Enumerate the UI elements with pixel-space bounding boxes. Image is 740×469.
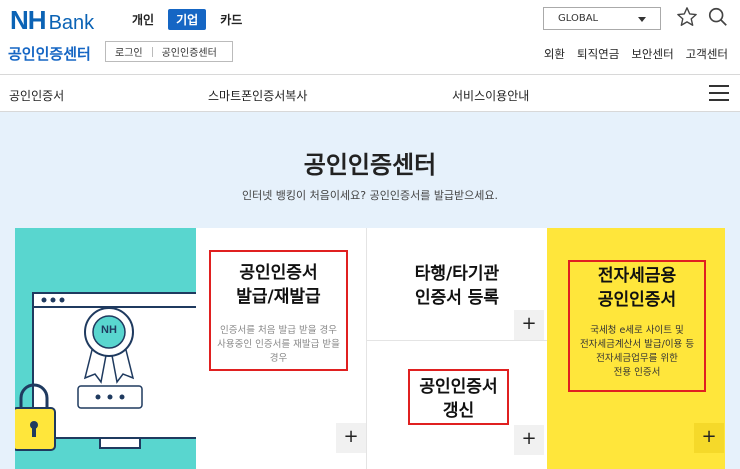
nav-item-service-guide[interactable]: 서비스이용안내 (452, 87, 529, 104)
card-other-title-line1: 타행/타기관 (414, 264, 500, 284)
card-renew-title: 공인인증서 갱신 (408, 375, 509, 423)
badge-text: NH (101, 324, 117, 336)
mode-tabs: 개인 기업 카드 (124, 9, 256, 30)
card-cert-renew[interactable]: 공인인증서 갱신 + (367, 341, 547, 469)
utility-links: 외환 퇴직연금 보안센터 고객센터 (532, 46, 728, 62)
tab-personal[interactable]: 개인 (124, 9, 162, 30)
star-icon[interactable] (676, 6, 698, 28)
card-issue-title-line2: 발급/재발급 (236, 287, 321, 307)
nav-item-smartphone-copy[interactable]: 스마트폰인증서복사 (208, 87, 307, 104)
card-tax-desc-line1: 국세청 e세로 사이트 및 (590, 325, 684, 336)
logo-bank: Bank (48, 12, 95, 34)
chevron-down-icon (638, 17, 646, 22)
section-title[interactable]: 공인인증센터 (8, 43, 91, 64)
card-issue-desc-line2: 사용중인 인증서를 재발급 받을 (217, 339, 340, 350)
card-cert-issue[interactable]: 공인인증서 발급/재발급 인증서를 처음 발급 받을 경우 사용중인 인증서를 … (196, 228, 367, 469)
card-tax-desc-line2: 전자세금계산서 발급/이용 등 (579, 339, 695, 350)
card-tax-title-line2: 공인인증서 (597, 290, 677, 310)
hero-title: 공인인증센터 (303, 151, 437, 179)
cert-center-link[interactable]: 공인인증센터 (153, 44, 226, 59)
global-language-select[interactable]: GLOBAL (543, 7, 661, 30)
illustration-card: NH (15, 228, 196, 469)
hero-subtitle: 인터넷 뱅킹이 처음이세요? 공인인증서를 발급받으세요. (241, 189, 499, 202)
card-issue-desc: 인증서를 처음 발급 받을 경우 사용중인 인증서를 재발급 받을 경우 (209, 324, 348, 366)
card-tax-title: 전자세금용 공인인증서 (568, 264, 706, 312)
login-link[interactable]: 로그인 (106, 44, 152, 59)
card-renew-plus-button[interactable]: + (514, 425, 544, 455)
card-other-title: 타행/타기관 인증서 등록 (367, 262, 547, 310)
card-renew-title-line1: 공인인증서 (419, 377, 498, 397)
card-tax-desc-line3: 전자세금업무를 위한 (596, 353, 678, 364)
card-issue-title-line1: 공인인증서 (239, 263, 318, 283)
nav-item-certificate[interactable]: 공인인증서 (9, 87, 64, 104)
util-link-security[interactable]: 보안센터 (631, 46, 673, 62)
card-other-title-line2: 인증서 등록 (414, 288, 500, 308)
tab-card[interactable]: 카드 (212, 9, 250, 30)
util-link-pension[interactable]: 퇴직연금 (577, 46, 619, 62)
main-nav: 공인인증서 스마트폰인증서복사 서비스이용안내 (0, 74, 740, 112)
card-tax-desc: 국세청 e세로 사이트 및 전자세금계산서 발급/이용 등 전자세금업무를 위한… (568, 324, 706, 380)
util-link-customer[interactable]: 고객센터 (686, 46, 728, 62)
util-link-forex[interactable]: 외환 (544, 46, 565, 62)
global-select-value: GLOBAL (558, 13, 599, 24)
card-e-tax-cert[interactable]: 전자세금용 공인인증서 국세청 e세로 사이트 및 전자세금계산서 발급/이용 … (547, 228, 725, 469)
logo-nh: NH (10, 5, 47, 35)
card-tax-plus-button[interactable]: + (694, 423, 724, 453)
nh-bank-logo[interactable]: NH Bank (10, 5, 94, 35)
card-other-plus-button[interactable]: + (514, 310, 544, 340)
card-issue-desc-line1: 인증서를 처음 발급 받을 경우 (220, 325, 337, 336)
card-issue-title: 공인인증서 발급/재발급 (209, 261, 348, 309)
login-box: 로그인 공인인증센터 (105, 41, 233, 62)
menu-icon[interactable] (709, 85, 729, 101)
search-icon[interactable] (707, 6, 729, 28)
certificate-illustration (15, 292, 196, 451)
card-issue-desc-line3: 경우 (269, 353, 288, 364)
card-other-bank-register[interactable]: 타행/타기관 인증서 등록 + (367, 228, 547, 341)
site-header: NH Bank 개인 기업 카드 공인인증센터 로그인 공인인증센터 GLOBA… (0, 0, 740, 74)
card-tax-title-line1: 전자세금용 (597, 266, 677, 286)
card-tax-desc-line4: 전용 인증서 (613, 367, 661, 378)
card-renew-title-line2: 갱신 (442, 401, 475, 421)
card-issue-plus-button[interactable]: + (336, 423, 366, 453)
tab-business[interactable]: 기업 (168, 9, 207, 30)
